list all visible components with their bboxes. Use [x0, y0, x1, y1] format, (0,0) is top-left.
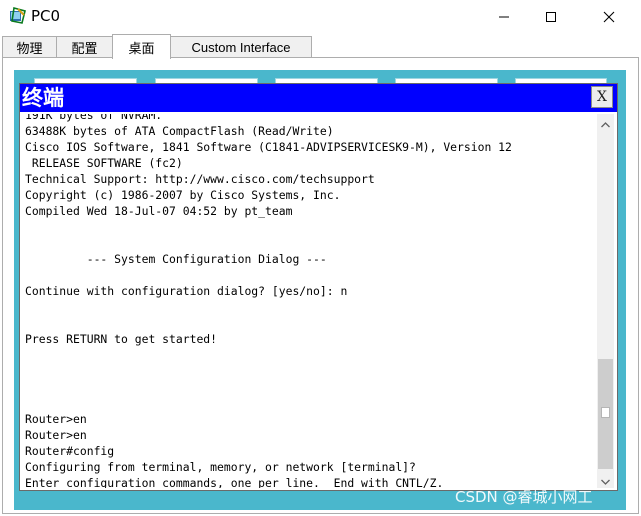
terminal-line: Technical Support: http://www.cisco.com/…: [25, 172, 375, 186]
close-icon: [603, 8, 615, 27]
terminal-titlebar: 终端 X: [20, 84, 617, 112]
maximize-icon: [545, 8, 557, 27]
scroll-up-button[interactable]: [597, 114, 614, 131]
terminal-line: Copyright (c) 1986-2007 by Cisco Systems…: [25, 188, 341, 202]
minimize-icon: [498, 8, 510, 27]
tab-custom-interface[interactable]: Custom Interface: [170, 36, 312, 58]
terminal-line: 191K bytes of NVRAM.: [25, 114, 163, 122]
terminal-line: Router#config: [25, 444, 115, 458]
watermark: CSDN @睿城小网工: [455, 488, 593, 506]
maximize-button[interactable]: [528, 0, 574, 34]
chevron-up-icon: [601, 113, 610, 132]
terminal-line: Press RETURN to get started!: [25, 332, 218, 346]
terminal-line: RELEASE SOFTWARE (fc2): [25, 156, 183, 170]
terminal-line: --- System Configuration Dialog ---: [25, 252, 327, 266]
terminal-line: 63488K bytes of ATA CompactFlash (Read/W…: [25, 124, 334, 138]
window-title: PC0: [31, 7, 61, 25]
close-window-button[interactable]: [586, 0, 632, 34]
terminal-line: Configuring from terminal, memory, or ne…: [25, 460, 416, 474]
scrollbar-thumb[interactable]: [598, 359, 613, 469]
tab-desktop[interactable]: 桌面: [112, 34, 171, 59]
tab-physical[interactable]: 物理: [2, 36, 57, 58]
terminal-line: Router>en: [25, 412, 87, 426]
chevron-down-icon: [601, 470, 610, 489]
terminal-text: 191K bytes of NVRAM. 63488K bytes of ATA …: [25, 114, 512, 488]
terminal-title: 终端: [22, 86, 64, 110]
terminal-line: Compiled Wed 18-Jul-07 04:52 by pt_team: [25, 204, 293, 218]
terminal-output[interactable]: 191K bytes of NVRAM. 63488K bytes of ATA …: [24, 114, 598, 488]
window-titlebar: PC0: [0, 0, 641, 34]
packet-tracer-pc-icon: [9, 6, 27, 25]
terminal-close-button[interactable]: X: [591, 86, 613, 108]
terminal-window: 终端 X 191K bytes of NVRAM. 63488K bytes of…: [19, 83, 618, 491]
tab-config[interactable]: 配置: [56, 36, 113, 58]
minimize-button[interactable]: [481, 0, 527, 34]
scrollbar-grip: [601, 407, 610, 418]
tab-bar: 物理 配置 桌面 Custom Interface: [0, 34, 641, 59]
terminal-scrollbar[interactable]: [597, 114, 614, 488]
terminal-line: Cisco IOS Software, 1841 Software (C1841…: [25, 140, 512, 154]
scroll-down-button[interactable]: [597, 471, 614, 488]
terminal-line: Router>en: [25, 428, 87, 442]
terminal-line: Continue with configuration dialog? [yes…: [25, 284, 348, 298]
terminal-line: Enter configuration commands, one per li…: [25, 476, 444, 488]
